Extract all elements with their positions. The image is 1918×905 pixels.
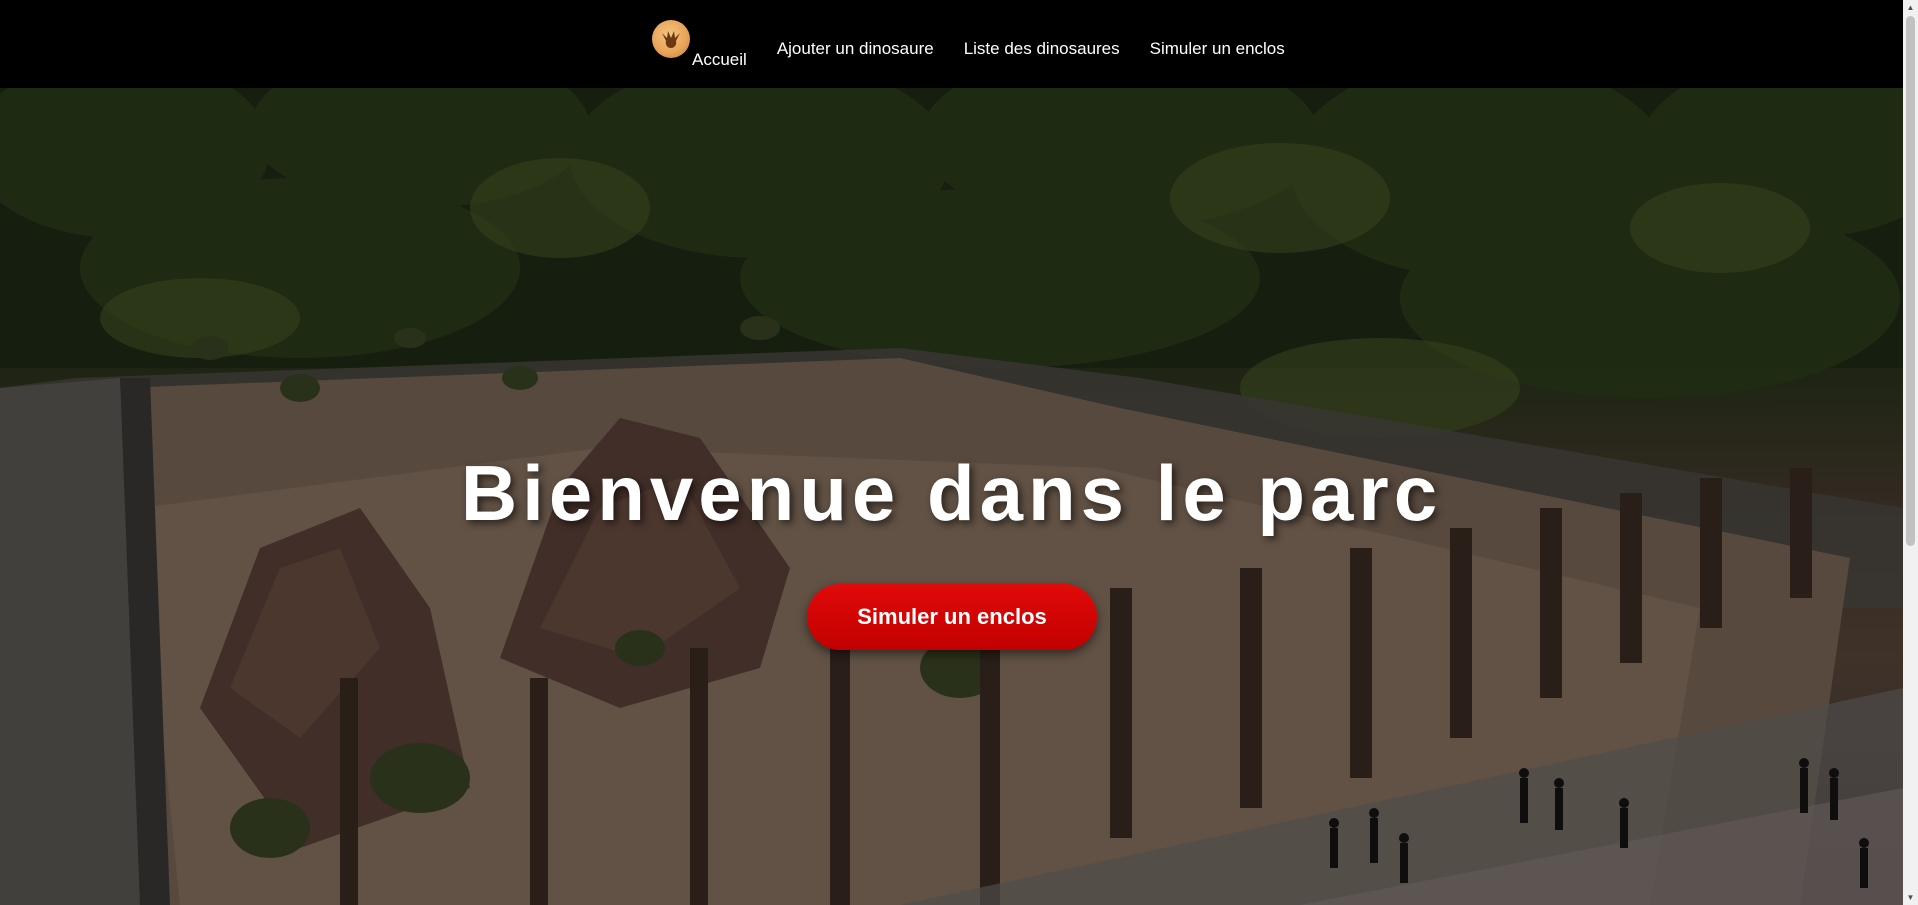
nav-menu: Accueil Ajouter un dinosaure Liste des d… (652, 18, 1285, 70)
scroll-up-arrow-icon[interactable]: ▲ (1903, 0, 1918, 15)
dino-footprint-icon[interactable] (652, 20, 690, 58)
nav-link-add-dinosaur[interactable]: Ajouter un dinosaure (777, 40, 934, 57)
nav-link-home[interactable]: Accueil (692, 51, 747, 68)
nav-link-simulate-enclosure[interactable]: Simuler un enclos (1150, 40, 1285, 57)
hero-section: Bienvenue dans le parc Simuler un enclos (0, 88, 1903, 905)
simulate-enclosure-button[interactable]: Simuler un enclos (807, 584, 1097, 650)
nav-link-dinosaur-list[interactable]: Liste des dinosaures (964, 40, 1120, 57)
scrollbar-thumb[interactable] (1906, 16, 1915, 546)
page: Accueil Ajouter un dinosaure Liste des d… (0, 0, 1918, 905)
vertical-scrollbar[interactable]: ▲ ▼ (1903, 0, 1918, 905)
footprint-glyph (662, 31, 680, 48)
top-navbar: Accueil Ajouter un dinosaure Liste des d… (0, 0, 1903, 88)
scroll-down-arrow-icon[interactable]: ▼ (1903, 890, 1918, 905)
hero-title: Bienvenue dans le parc (460, 449, 1443, 537)
